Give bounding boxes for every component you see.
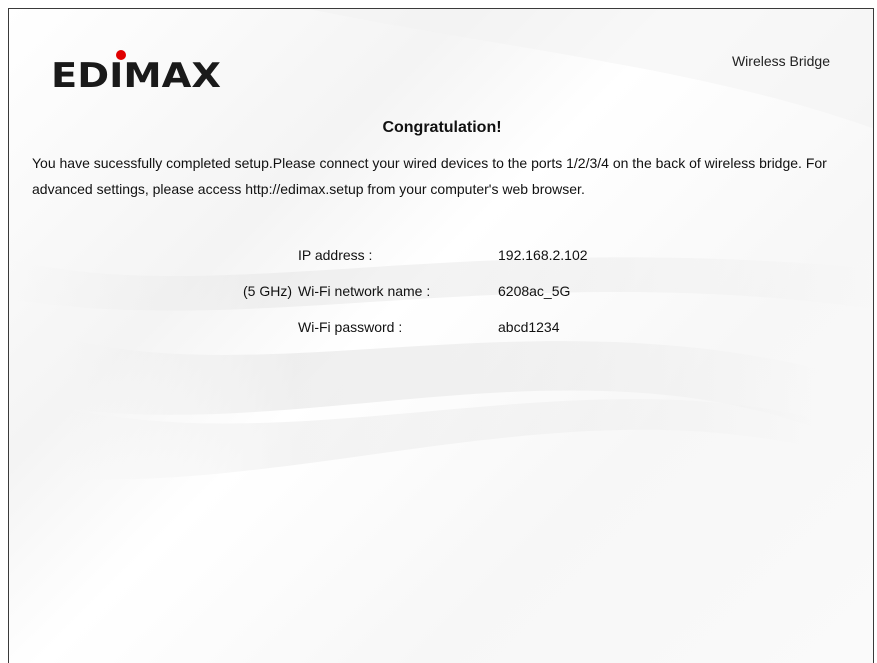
info-row-wifi-network-name: (5 GHz) Wi-Fi network name : 6208ac_5G bbox=[9, 283, 873, 305]
svg-text:EDIMAX: EDIMAX bbox=[51, 56, 221, 93]
setup-complete-page: EDIMAX Wireless Bridge Congratulation! Y… bbox=[8, 8, 874, 663]
info-label-wifi-password: Wi-Fi password : bbox=[298, 319, 403, 335]
info-prefix-band: (5 GHz) bbox=[243, 283, 292, 299]
info-value-wifi-network-name: 6208ac_5G bbox=[498, 283, 571, 299]
product-name: Wireless Bridge bbox=[731, 53, 830, 69]
info-value-wifi-password: abcd1234 bbox=[498, 319, 560, 335]
setup-complete-message: You have sucessfully completed setup.Ple… bbox=[32, 155, 827, 197]
page-title: Congratulation! bbox=[382, 119, 502, 136]
logo-red-dot bbox=[116, 50, 126, 60]
info-row-wifi-password: Wi-Fi password : abcd1234 bbox=[9, 319, 873, 341]
edimax-logo: EDIMAX bbox=[51, 50, 221, 93]
info-label-wifi-network-name: Wi-Fi network name : bbox=[298, 283, 431, 299]
info-row-ip-address: IP address : 192.168.2.102 bbox=[9, 247, 873, 269]
info-label-ip-address: IP address : bbox=[298, 247, 373, 263]
info-value-ip-address: 192.168.2.102 bbox=[498, 247, 588, 263]
